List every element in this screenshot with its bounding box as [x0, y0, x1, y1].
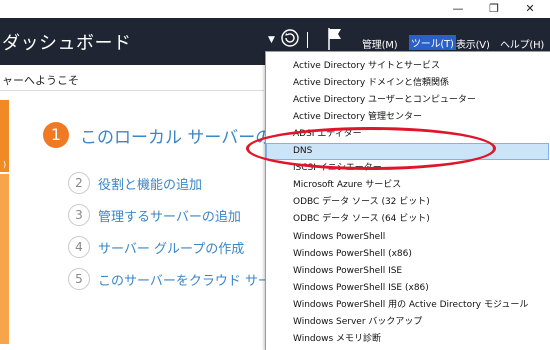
step-number: 2 — [68, 172, 90, 194]
menu-view[interactable]: 表示(V) — [456, 36, 490, 51]
menu-help[interactable]: ヘルプ(H) — [500, 36, 544, 51]
step-link[interactable]: 役割と機能の追加 — [98, 174, 202, 193]
menu-item-adsi-edit[interactable]: ADSI エディター — [266, 126, 549, 143]
menu-tools[interactable]: ツール(T) — [409, 35, 456, 50]
window-title-bar: — ❐ ✕ — [0, 0, 550, 18]
close-button[interactable]: ✕ — [512, 0, 548, 18]
menu-item-odbc-32[interactable]: ODBC データ ソース (32 ビット) — [266, 194, 549, 211]
step-link[interactable]: サーバー グループの作成 — [98, 238, 244, 257]
menu-item-powershell-x86[interactable]: Windows PowerShell (x86) — [266, 246, 549, 263]
menu-item-ad-admin-center[interactable]: Active Directory 管理センター — [266, 109, 549, 126]
menu-item-ad-users-computers[interactable]: Active Directory ユーザーとコンピューター — [266, 92, 549, 109]
step-1-number: 1 — [43, 122, 69, 148]
divider — [0, 90, 264, 91]
menu-item-odbc-64[interactable]: ODBC データ ソース (64 ビット) — [266, 211, 549, 228]
welcome-heading: ャーへようこそ — [2, 74, 79, 87]
minimize-button[interactable]: — — [440, 0, 476, 18]
menu-item-ad-domains-trusts[interactable]: Active Directory ドメインと信頼関係 — [266, 75, 549, 92]
menu-manage[interactable]: 管理(M) — [362, 36, 398, 51]
menu-item-ad-sites-services[interactable]: Active Directory サイトとサービス — [266, 58, 549, 75]
quick-start-tab-label: ) — [2, 160, 7, 169]
menu-item-powershell-ise-x86[interactable]: Windows PowerShell ISE (x86) — [266, 280, 549, 297]
tools-dropdown-menu: Active Directory サイトとサービス Active Directo… — [265, 51, 550, 350]
learn-more-tab[interactable] — [0, 174, 9, 344]
step-3[interactable]: 3 管理するサーバーの追加 — [68, 204, 241, 226]
step-1-link[interactable]: このローカル サーバーの構 — [80, 123, 289, 148]
menu-item-ad-powershell-module[interactable]: Windows PowerShell 用の Active Directory モ… — [266, 297, 549, 314]
restore-button[interactable]: ❐ — [476, 0, 512, 18]
menu-item-dns[interactable]: DNS — [266, 143, 549, 160]
menu-item-iscsi-initiator[interactable]: iSCSI イニシエーター — [266, 160, 549, 177]
menu-item-azure-services[interactable]: Microsoft Azure サービス — [266, 177, 549, 194]
menu-item-powershell[interactable]: Windows PowerShell — [266, 229, 549, 246]
step-2[interactable]: 2 役割と機能の追加 — [68, 172, 202, 194]
menu-item-powershell-ise[interactable]: Windows PowerShell ISE — [266, 263, 549, 280]
step-5[interactable]: 5 このサーバーをクラウド サービス — [68, 268, 297, 290]
menu-item-memory-diagnostic[interactable]: Windows メモリ診断 — [266, 331, 549, 348]
step-4[interactable]: 4 サーバー グループの作成 — [68, 236, 244, 258]
step-link[interactable]: 管理するサーバーの追加 — [98, 206, 241, 225]
menu-item-server-backup[interactable]: Windows Server バックアップ — [266, 314, 549, 331]
step-number: 5 — [68, 268, 90, 290]
back-dropdown-icon[interactable]: ▼ — [268, 35, 275, 45]
step-number: 4 — [68, 236, 90, 258]
page-title: ダッシュボード — [2, 33, 132, 54]
header-separator — [307, 32, 308, 48]
step-number: 3 — [68, 204, 90, 226]
refresh-icon[interactable] — [281, 29, 299, 51]
